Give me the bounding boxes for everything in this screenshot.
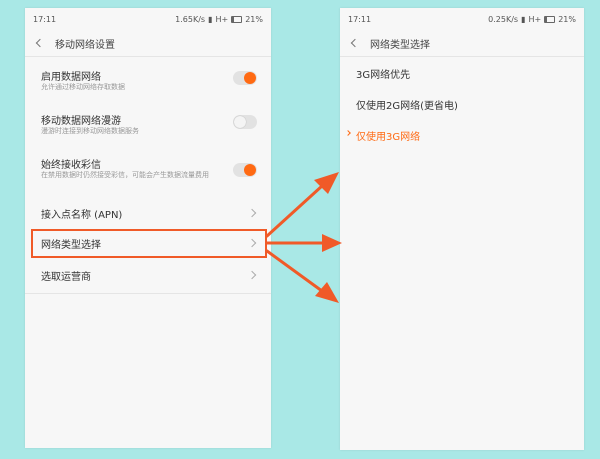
arrow-head-icon xyxy=(315,282,339,303)
annotation-arrows xyxy=(265,172,342,303)
arrow-head-icon xyxy=(322,234,342,252)
arrow-to-options xyxy=(265,249,324,293)
arrow-to-options xyxy=(265,184,324,238)
